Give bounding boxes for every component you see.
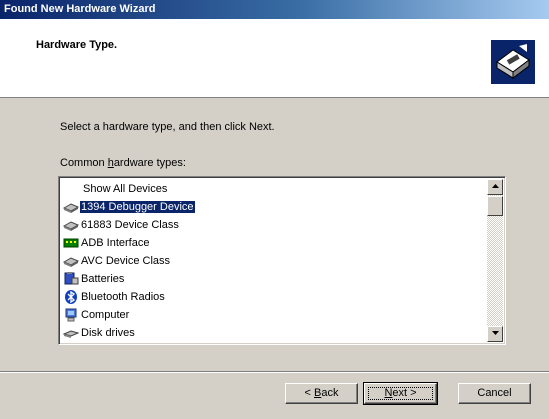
computer-icon — [63, 308, 79, 322]
list-item-1394-debugger-device[interactable]: 1394 Debugger Device — [61, 198, 487, 216]
bluetooth-icon — [63, 290, 79, 305]
list-item-label: Computer — [81, 309, 130, 322]
back-suffix: ack — [321, 387, 339, 399]
instruction-text: Select a hardware type, and then click N… — [60, 121, 275, 133]
cancel-button[interactable]: Cancel — [458, 383, 531, 404]
arrow-up-icon — [491, 184, 499, 188]
list-item-label: ADB Interface — [81, 237, 150, 250]
battery-icon — [63, 272, 79, 286]
focus-rect — [368, 387, 433, 400]
list-item-label: Batteries — [81, 273, 125, 286]
back-button[interactable]: < Back — [285, 383, 358, 404]
vertical-scrollbar[interactable] — [487, 179, 503, 342]
list-item-bluetooth-radios[interactable]: Bluetooth Radios — [61, 288, 487, 306]
list-item-avc-device-class[interactable]: AVC Device Class — [61, 252, 487, 270]
list-item-show-all-devices[interactable]: Show All Devices — [61, 180, 487, 198]
list-item-61883-device-class[interactable]: 61883 Device Class — [61, 216, 487, 234]
list-item-label: AVC Device Class — [81, 255, 171, 268]
list-item-adb-interface[interactable]: ADB Interface — [61, 234, 487, 252]
back-prefix: < — [304, 387, 314, 399]
hardware-wizard-icon — [491, 40, 535, 84]
arrow-down-icon — [491, 331, 499, 335]
wizard-header: Hardware Type. — [0, 19, 549, 98]
scroll-up-button[interactable] — [487, 179, 503, 195]
label-prefix: Common — [60, 157, 108, 169]
button-divider — [0, 371, 549, 373]
list-item-label: Show All Devices — [83, 183, 168, 196]
disk-icon — [62, 326, 80, 340]
list-item-label: Disk drives — [81, 327, 135, 340]
adb-icon — [63, 236, 79, 250]
window-title: Found New Hardware Wizard — [4, 3, 156, 15]
next-button[interactable]: Next > — [363, 382, 438, 405]
device-icon — [62, 254, 80, 268]
list-item-label: 1394 Debugger Device — [79, 200, 196, 215]
title-bar[interactable]: Found New Hardware Wizard — [0, 0, 549, 19]
list-item-label: 61883 Device Class — [81, 219, 179, 232]
device-icon — [62, 200, 80, 214]
label-suffix: ardware types: — [113, 157, 186, 169]
page-heading: Hardware Type. — [36, 39, 118, 51]
hardware-types-label: Common hardware types: — [60, 157, 186, 169]
list-item-computer[interactable]: Computer — [61, 306, 487, 324]
scroll-down-button[interactable] — [487, 326, 503, 342]
list-item-disk-drives[interactable]: Disk drives — [61, 324, 487, 342]
hardware-types-list[interactable]: Show All Devices 1394 Debugger Device 61… — [58, 176, 506, 345]
scroll-thumb[interactable] — [487, 196, 503, 216]
list-item-batteries[interactable]: Batteries — [61, 270, 487, 288]
list-item-label: Bluetooth Radios — [81, 291, 165, 304]
device-icon — [62, 218, 80, 232]
